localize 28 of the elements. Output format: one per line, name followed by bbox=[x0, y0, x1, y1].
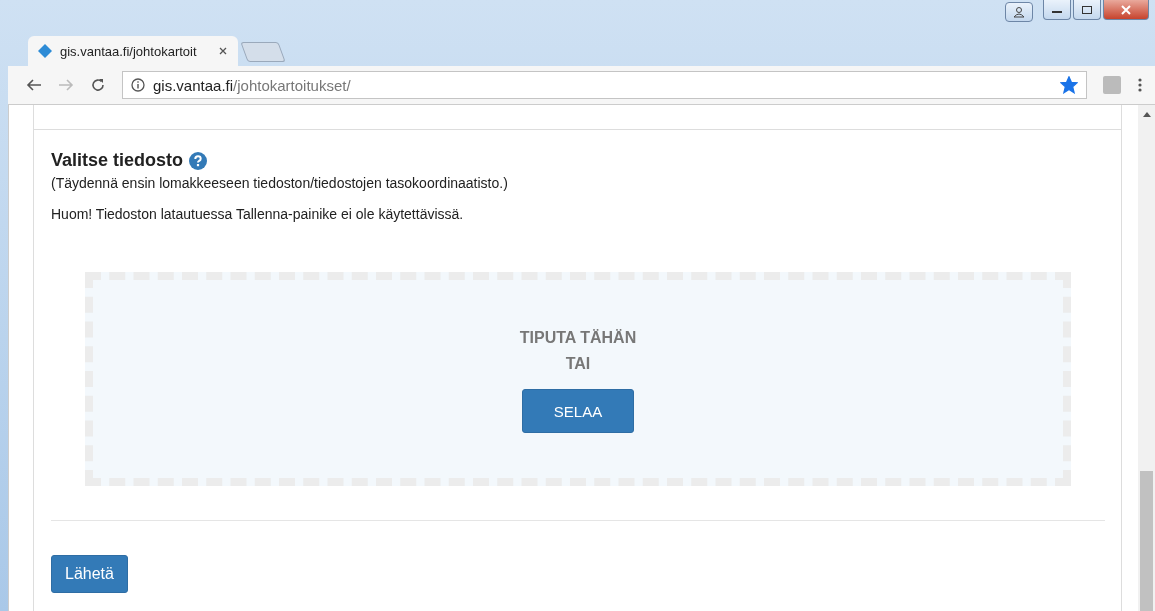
scrollbar[interactable] bbox=[1138, 105, 1155, 611]
submit-button[interactable]: Lähetä bbox=[51, 555, 128, 593]
diamond-icon bbox=[38, 44, 52, 58]
close-icon[interactable] bbox=[1103, 0, 1149, 20]
menu-icon[interactable] bbox=[1137, 77, 1143, 93]
drop-zone-text: TAI bbox=[565, 354, 591, 374]
back-icon[interactable] bbox=[26, 78, 42, 92]
url-host: gis.vantaa.fi bbox=[153, 76, 234, 94]
warning-text: Huom! Tiedoston latautuessa Tallenna-painike ei ole käytettävissä. bbox=[51, 206, 465, 222]
info-icon bbox=[131, 78, 145, 92]
url-path: /johtokartoitukset/ bbox=[233, 76, 351, 94]
section-title: Valitse tiedosto bbox=[51, 150, 184, 171]
scroll-up-icon[interactable] bbox=[1142, 111, 1151, 117]
tab-title: gis.vantaa.fi/johtokartoit bbox=[60, 43, 198, 59]
drop-zone[interactable]: TIPUTA TÄHÄN TAI SELAA bbox=[85, 272, 1071, 486]
browse-button[interactable]: SELAA bbox=[522, 389, 634, 433]
browser-tab[interactable]: gis.vantaa.fi/johtokartoit bbox=[28, 36, 238, 66]
reload-icon[interactable] bbox=[90, 77, 106, 93]
minimize-icon[interactable] bbox=[1043, 0, 1071, 20]
user-icon[interactable] bbox=[1005, 2, 1033, 22]
drop-zone-text: TIPUTA TÄHÄN bbox=[519, 328, 637, 348]
star-icon[interactable] bbox=[1060, 76, 1078, 94]
address-bar[interactable]: gis.vantaa.fi/johtokartoitukset/ bbox=[122, 71, 1087, 99]
scrollbar-thumb[interactable] bbox=[1140, 471, 1153, 611]
instruction-text: (Täydennä ensin lomakkeeseen tiedoston/tiedostojen tasokoordinaatisto.) bbox=[51, 175, 509, 191]
maximize-icon[interactable] bbox=[1073, 0, 1101, 20]
help-icon[interactable] bbox=[189, 151, 208, 170]
close-icon[interactable] bbox=[218, 46, 228, 56]
